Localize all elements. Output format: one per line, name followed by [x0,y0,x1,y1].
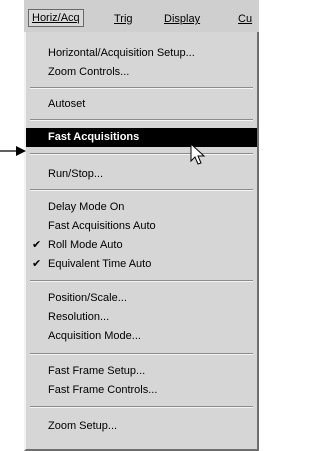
horiz-acq-dropdown-menu: Horizontal/Acquisition Setup... Zoom Con… [24,32,259,451]
menu-item-label: Horizontal/Acquisition Setup... [48,47,195,59]
menu-item-horizontal-acquisition-setup[interactable]: Horizontal/Acquisition Setup... [26,44,257,63]
menu-item-resolution[interactable]: Resolution... [26,308,257,327]
menu-separator [30,119,253,121]
menu-item-label: Roll Mode Auto [48,239,123,251]
menu-cursors[interactable]: Cu [238,11,252,27]
menu-separator [30,87,253,89]
menu-item-label: Run/Stop... [48,168,104,180]
menu-item-roll-mode-auto[interactable]: ✔ Roll Mode Auto [26,236,257,255]
menu-item-label: Resolution... [48,311,110,323]
menu-item-label: Autoset [48,98,86,110]
menu-separator [30,280,253,282]
mouse-cursor-icon [190,143,206,165]
menu-item-fast-acquisitions-auto[interactable]: Fast Acquisitions Auto [26,217,257,236]
menu-item-label: Fast Acquisitions Auto [48,220,156,232]
menu-separator [30,153,253,155]
menu-item-acquisition-mode[interactable]: Acquisition Mode... [26,327,257,346]
menu-item-zoom-setup[interactable]: Zoom Setup... [26,417,257,436]
checkmark-icon: ✔ [32,239,42,251]
menu-item-label: Fast Frame Setup... [48,365,146,377]
menu-separator [30,353,253,355]
menu-item-run-stop[interactable]: Run/Stop... [26,165,257,184]
menu-display[interactable]: Display [164,11,200,27]
menu-item-autoset[interactable]: Autoset [26,95,257,114]
menu-item-label: Fast Frame Controls... [48,384,158,396]
menu-trig[interactable]: Trig [114,11,133,27]
menu-separator [30,406,253,408]
menu-item-label: Delay Mode On [48,201,125,213]
menu-horiz-acq[interactable]: Horiz/Acq [28,9,84,27]
menu-item-label: Position/Scale... [48,292,127,304]
menu-item-fast-frame-setup[interactable]: Fast Frame Setup... [26,362,257,381]
menu-item-equivalent-time-auto[interactable]: ✔ Equivalent Time Auto [26,255,257,274]
menu-item-zoom-controls[interactable]: Zoom Controls... [26,63,257,82]
menu-separator [30,189,253,191]
menu-item-position-scale[interactable]: Position/Scale... [26,289,257,308]
checkmark-icon: ✔ [32,258,42,270]
menu-item-delay-mode-on[interactable]: Delay Mode On [26,198,257,217]
menu-item-label: Fast Acquisitions [48,131,140,143]
menu-item-label: Acquisition Mode... [48,330,141,342]
menu-item-fast-frame-controls[interactable]: Fast Frame Controls... [26,381,257,400]
callout-arrow-icon [0,146,26,156]
menu-item-label: Zoom Controls... [48,66,130,78]
menu-item-fast-acquisitions[interactable]: Fast Acquisitions [26,128,257,147]
menu-bar: Horiz/Acq Trig Display Cu [24,0,259,33]
menu-item-label: Equivalent Time Auto [48,258,152,270]
menu-item-label: Zoom Setup... [48,420,118,432]
